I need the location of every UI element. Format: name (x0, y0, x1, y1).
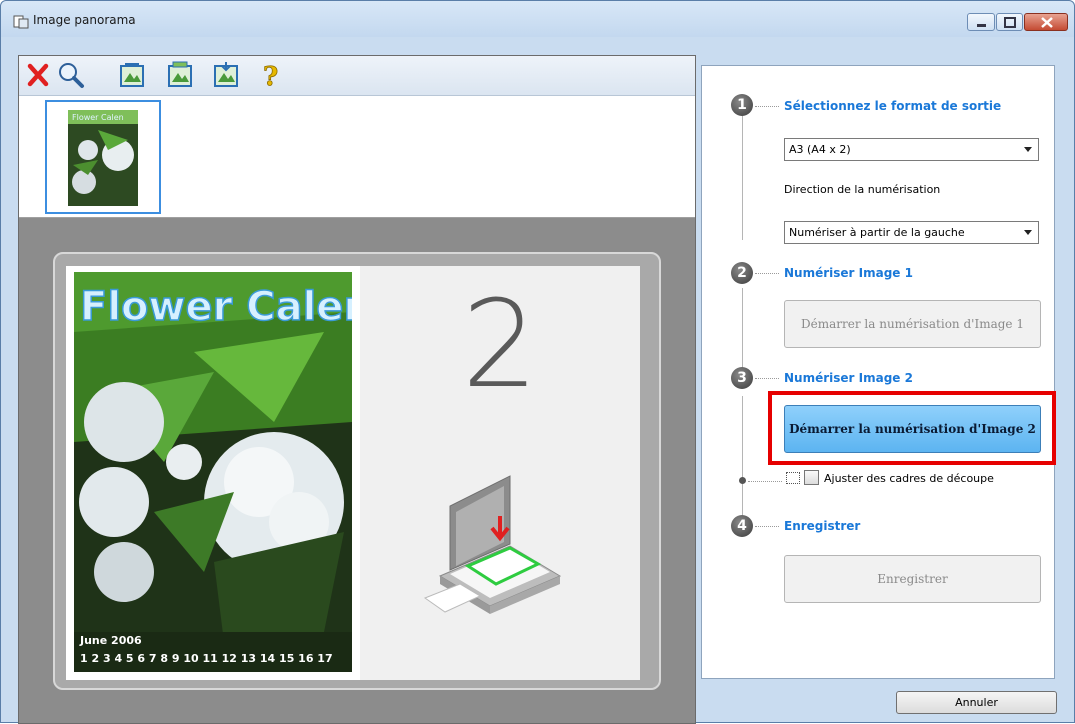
preview-pane: ? Flower Calen Flower Cale June 2006 1 2… (18, 55, 696, 724)
adjust-crop-frames-checkbox[interactable] (804, 470, 819, 485)
minimize-button[interactable] (967, 13, 995, 31)
image-panorama-window: Image panorama ? Flower Calen Flower Cal… (0, 0, 1075, 724)
crop-frame-icon (786, 472, 800, 484)
step-dots (755, 526, 779, 527)
photo-calendar-month: June 2006 (79, 634, 142, 647)
image-1-slot: Flower Calenc June 2006 1 2 3 4 5 6 7 8 … (66, 266, 360, 680)
window-icon (13, 15, 29, 29)
scan-direction-select[interactable]: Numériser à partir de la gauche (784, 221, 1039, 244)
step-dots (748, 481, 782, 482)
thumbnail-strip: Flower Calen (19, 96, 695, 218)
chevron-down-icon (1024, 147, 1032, 152)
save-image-button[interactable] (211, 60, 241, 90)
title-bar: Image panorama (1, 1, 1074, 37)
toolbar: ? (19, 56, 695, 96)
substep-dot (739, 477, 746, 484)
thumbnail-photo: Flower Calen (68, 110, 138, 206)
step-connector-line (742, 288, 743, 372)
steps-panel: 1 Sélectionnez le format de sortie A3 (A… (701, 65, 1056, 679)
thumbnail-image-1[interactable]: Flower Calen (45, 100, 161, 214)
scan-image-button[interactable] (117, 60, 147, 90)
step-connector-line (742, 396, 743, 526)
scanner-icon (423, 475, 562, 614)
step-3-badge: 3 (731, 367, 753, 389)
cancel-button[interactable]: Annuler (896, 691, 1057, 714)
scan-direction-label: Direction de la numérisation (784, 183, 941, 196)
scan-image-2-icon (168, 61, 192, 87)
scan-image-2-button[interactable]: Démarrer la numérisation d'Image 2 (784, 405, 1041, 453)
scan-direction-value: Numériser à partir de la gauche (789, 226, 965, 239)
step-1-title: Sélectionnez le format de sortie (784, 99, 1002, 113)
image-2-number: 2 (461, 276, 539, 415)
step-dots (755, 106, 779, 107)
step-dots (755, 378, 779, 379)
photo-title: Flower Calenc (80, 284, 352, 330)
step-3-title: Numériser Image 2 (784, 371, 913, 385)
step-connector-line (742, 110, 743, 240)
zoom-button[interactable] (56, 60, 86, 90)
scan-image-2-button[interactable] (165, 60, 195, 90)
zoom-icon (59, 63, 84, 88)
close-button[interactable] (1024, 13, 1068, 31)
maximize-button[interactable] (996, 13, 1023, 31)
save-button[interactable]: Enregistrer (784, 555, 1041, 603)
photo-calendar-days: 1 2 3 4 5 6 7 8 9 10 11 12 13 14 15 16 1… (80, 652, 333, 665)
output-format-value: A3 (A4 x 2) (789, 143, 851, 156)
scan-image-icon (120, 63, 144, 87)
minimize-icon (977, 24, 986, 27)
image-2-slot: 2 (360, 266, 640, 680)
svg-text:?: ? (263, 62, 278, 90)
step-1-badge: 1 (731, 94, 753, 116)
step-2-badge: 2 (731, 262, 753, 284)
svg-text:Flower Calen: Flower Calen (72, 113, 124, 122)
adjust-crop-frames-label: Ajuster des cadres de découpe (824, 472, 994, 485)
scan-image-1-button[interactable]: Démarrer la numérisation d'Image 1 (784, 300, 1041, 348)
step-dots (755, 273, 779, 274)
output-format-select[interactable]: A3 (A4 x 2) (784, 138, 1039, 161)
close-icon (1041, 17, 1053, 28)
step-4-title: Enregistrer (784, 519, 861, 533)
preview-frame: Flower Calenc June 2006 1 2 3 4 5 6 7 8 … (53, 252, 661, 690)
scanned-photo: Flower Calenc June 2006 1 2 3 4 5 6 7 8 … (74, 272, 352, 672)
help-icon: ? (263, 62, 279, 93)
delete-button[interactable] (24, 60, 54, 90)
step-4-badge: 4 (731, 515, 753, 537)
step-2-title: Numériser Image 1 (784, 266, 913, 280)
chevron-down-icon (1024, 230, 1032, 235)
maximize-icon (1004, 17, 1016, 28)
window-title: Image panorama (33, 13, 136, 27)
help-button[interactable]: ? (255, 60, 285, 93)
save-image-icon (214, 62, 238, 87)
delete-icon (27, 63, 49, 87)
